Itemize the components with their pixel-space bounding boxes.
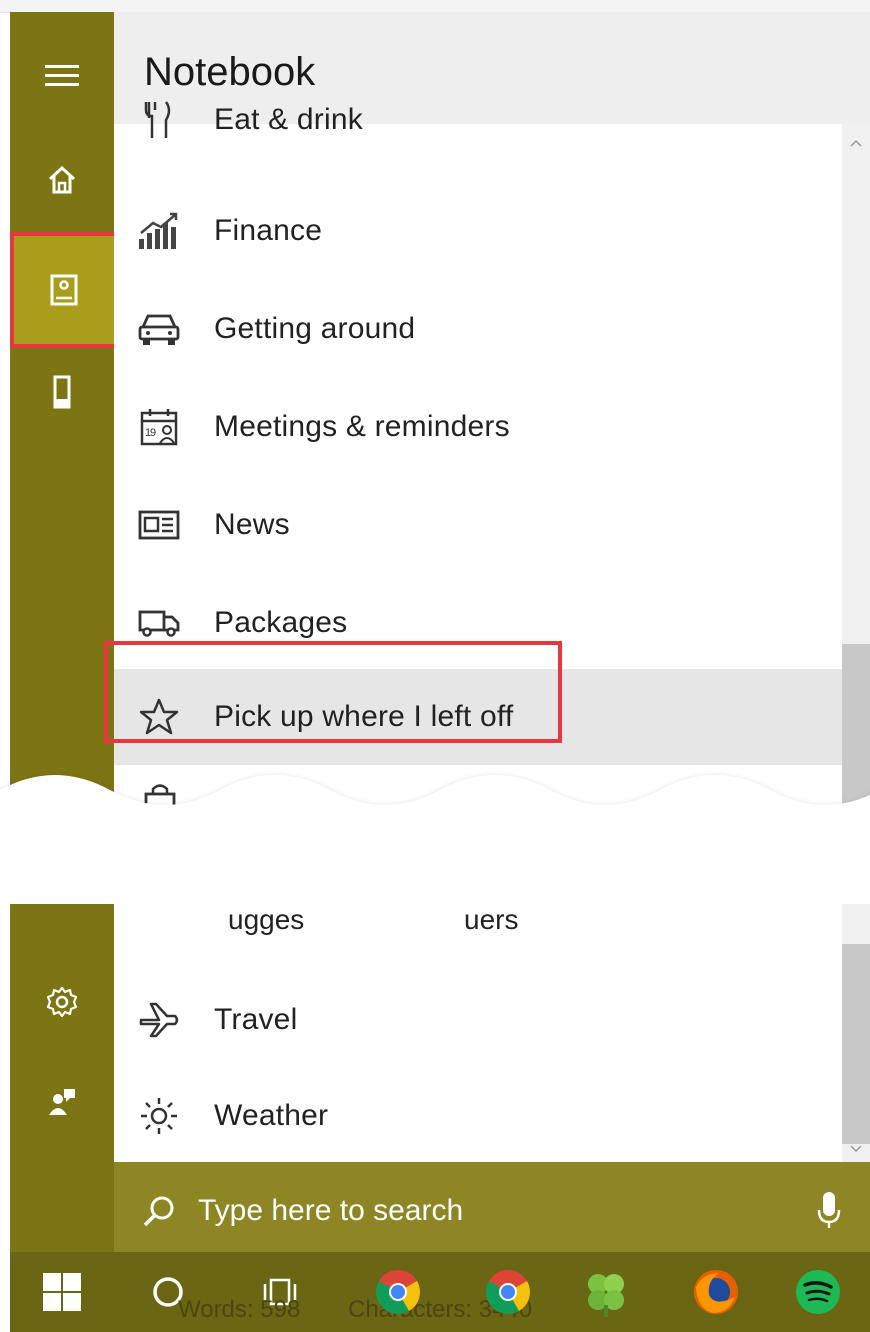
search-icon <box>142 1194 176 1228</box>
partial-label: uers <box>464 904 519 935</box>
torn-edge-divider <box>0 775 870 910</box>
home-icon[interactable] <box>42 160 82 200</box>
status-words: Words: 598 <box>178 1296 301 1323</box>
list-item-news[interactable]: News <box>114 477 842 573</box>
chrome-icon[interactable] <box>468 1252 548 1332</box>
list-item-travel[interactable]: Travel <box>114 972 842 1068</box>
scrollbar-thumb[interactable] <box>842 944 870 1144</box>
list-item-eat-drink[interactable]: Eat & drink <box>114 72 842 168</box>
list-item-label: Getting around <box>214 312 416 345</box>
windows-start-icon[interactable] <box>22 1252 102 1332</box>
list-item-label: Travel <box>214 1003 298 1036</box>
clover-app-icon[interactable] <box>566 1252 646 1332</box>
scrollbar[interactable] <box>842 904 870 1162</box>
finance-chart-icon <box>134 206 184 256</box>
list-item-weather[interactable]: Weather <box>114 1068 842 1164</box>
list-item-label: Finance <box>214 214 323 247</box>
settings-icon[interactable] <box>42 982 82 1022</box>
list-item-meetings[interactable]: 19 Meetings & reminders <box>114 379 842 475</box>
list-item-label: Weather <box>214 1099 329 1132</box>
left-rail <box>10 12 114 812</box>
list-item-label: Eat & drink <box>214 103 363 136</box>
car-icon <box>134 304 184 354</box>
list-item-label: News <box>214 508 290 541</box>
spotify-icon[interactable] <box>778 1252 858 1332</box>
search-bar[interactable]: Type here to search <box>114 1162 870 1259</box>
feedback-icon[interactable] <box>42 1082 82 1122</box>
notebook-rail-button[interactable] <box>10 232 118 348</box>
scroll-down-icon[interactable] <box>849 1144 863 1154</box>
devices-icon[interactable] <box>42 372 82 412</box>
list-item-label: Meetings & reminders <box>214 410 510 443</box>
notebook-list-lower: ugges uers Travel Weather <box>114 904 842 1162</box>
firefox-icon[interactable] <box>676 1252 756 1332</box>
notebook-icon <box>44 270 84 310</box>
hamburger-icon[interactable] <box>42 56 82 96</box>
microphone-icon[interactable] <box>816 1190 842 1230</box>
scrollbar[interactable] <box>842 124 870 812</box>
list-item-finance[interactable]: Finance <box>114 183 842 279</box>
search-input[interactable]: Type here to search <box>198 1194 463 1228</box>
list-item-label: Packages <box>214 606 348 639</box>
list-item-getting-around[interactable]: Getting around <box>114 281 842 377</box>
plane-icon <box>134 995 184 1045</box>
taskbar: Words: 598 Characters: 3440 <box>10 1252 870 1332</box>
partial-label: ugges <box>228 904 305 935</box>
cortana-panel-lower: ugges uers Travel Weather Type here to s… <box>10 904 870 1259</box>
sun-icon <box>134 1091 184 1141</box>
calendar-icon: 19 <box>134 402 184 452</box>
newspaper-icon <box>134 500 184 550</box>
left-rail <box>10 904 114 1259</box>
highlight-box <box>104 641 562 743</box>
svg-text:9: 9 <box>150 427 156 439</box>
chrome-icon[interactable] <box>358 1252 438 1332</box>
scroll-up-icon[interactable] <box>849 138 863 148</box>
fork-knife-icon <box>134 95 184 145</box>
